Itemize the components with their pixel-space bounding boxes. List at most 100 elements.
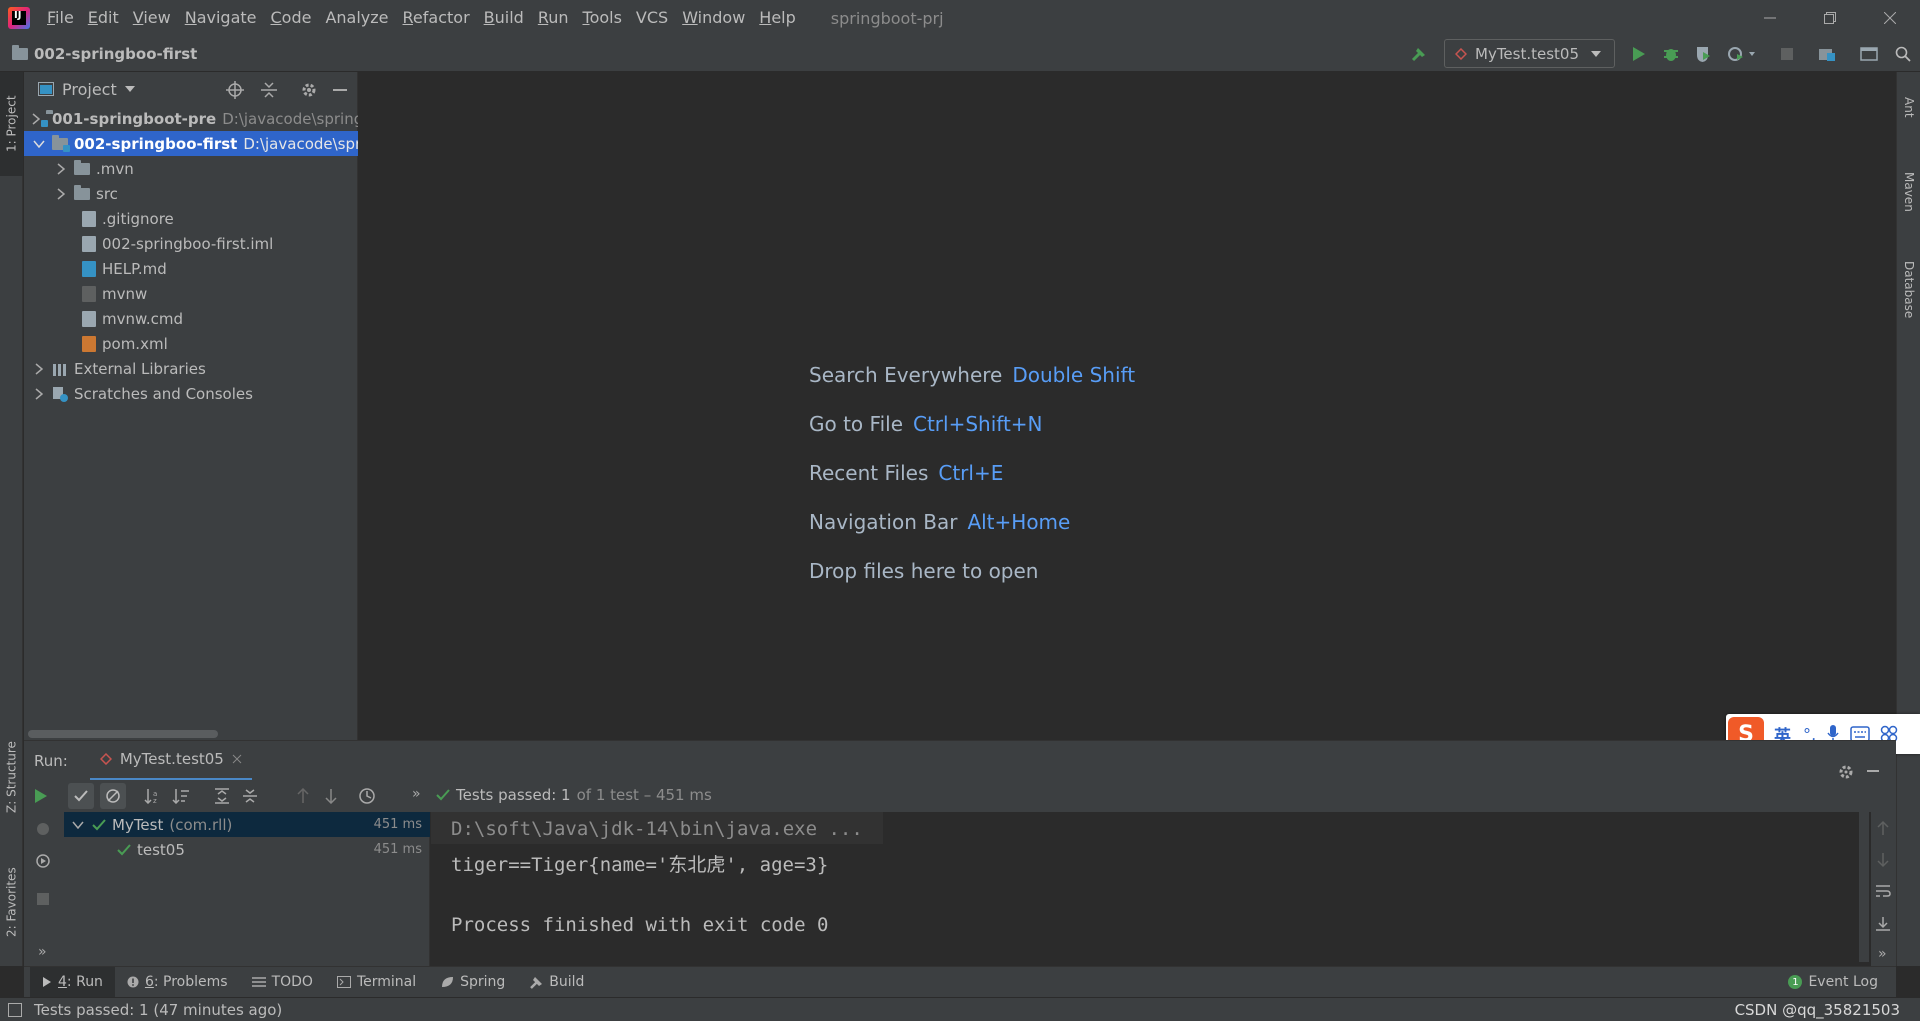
expand-all-icon[interactable] — [214, 788, 230, 804]
more-actions-icon[interactable]: » — [1878, 946, 1887, 962]
locate-icon[interactable] — [226, 81, 244, 99]
chevron-right-icon[interactable] — [54, 187, 68, 201]
project-view-title[interactable]: Project — [62, 80, 117, 99]
tool-tab-problems[interactable]: 6: Problems — [115, 967, 240, 998]
more-actions-icon[interactable]: » — [38, 944, 47, 960]
tool-tab-event-log[interactable]: 1 Event Log — [1776, 967, 1890, 998]
chevron-right-icon[interactable] — [54, 162, 68, 176]
project-tool-tab[interactable]: 1: Project — [0, 72, 23, 176]
tree-item-module-002[interactable]: 002-springboo-first D:\javacode\springbo… — [24, 131, 358, 156]
tool-tab-build[interactable]: Build — [517, 967, 596, 998]
menu-tools[interactable]: Tools — [576, 0, 629, 36]
scroll-to-end-icon[interactable] — [1875, 916, 1891, 932]
tool-tab-todo[interactable]: TODO — [240, 967, 325, 998]
build-hammer-icon[interactable] — [1404, 36, 1434, 72]
tree-item-iml[interactable]: 002-springboo-first.iml — [24, 231, 358, 256]
rerun-icon[interactable] — [34, 788, 48, 804]
next-failed-icon[interactable] — [324, 788, 338, 804]
console-output[interactable]: D:\soft\Java\jdk-14\bin\java.exe ... tig… — [431, 812, 1871, 966]
tree-item-help-md[interactable]: HELP.md — [24, 256, 358, 281]
close-tab-icon[interactable] — [232, 754, 242, 764]
restore-icon[interactable] — [1800, 0, 1860, 36]
menu-refactor[interactable]: Refactor — [396, 0, 477, 36]
menu-view[interactable]: View — [126, 0, 178, 36]
hide-panel-icon[interactable] — [1866, 764, 1880, 778]
menu-analyze[interactable]: Analyze — [318, 0, 395, 36]
console-scrollbar[interactable] — [1859, 812, 1869, 962]
profiler-icon[interactable] — [1722, 36, 1762, 72]
previous-failed-icon[interactable] — [296, 788, 310, 804]
presentation-icon[interactable] — [1854, 36, 1884, 72]
gear-icon[interactable] — [300, 81, 318, 99]
database-tool-tab[interactable]: Database — [1897, 240, 1920, 340]
tree-item-mvnw[interactable]: mvnw — [24, 281, 358, 306]
chevron-down-icon[interactable] — [124, 86, 135, 92]
close-icon[interactable] — [1860, 0, 1920, 36]
sort-by-duration-icon[interactable] — [172, 788, 190, 804]
stop-icon[interactable] — [1772, 36, 1802, 72]
debug-icon[interactable] — [1656, 36, 1686, 72]
search-icon[interactable] — [1888, 36, 1918, 72]
tree-item-pom-xml[interactable]: pom.xml — [24, 331, 358, 356]
collapse-all-icon[interactable] — [242, 788, 258, 804]
soft-wrap-icon[interactable] — [1875, 884, 1891, 898]
menu-vcs[interactable]: VCS — [629, 0, 675, 36]
test-suite-row[interactable]: MyTest (com.rll) 451 ms — [64, 812, 430, 837]
scroll-up-icon[interactable] — [1876, 820, 1890, 836]
run-config-label: MyTest.test05 — [1475, 44, 1580, 63]
hide-panel-icon[interactable] — [332, 81, 348, 99]
tool-tab-run[interactable]: 4: Run — [30, 966, 115, 998]
tree-item-external-libraries[interactable]: External Libraries — [24, 356, 358, 381]
breadcrumb[interactable]: 002-springboo-first — [12, 36, 197, 72]
test-history-icon[interactable] — [358, 787, 376, 805]
markdown-file-icon — [82, 260, 96, 277]
tree-item-gitignore[interactable]: .gitignore — [24, 206, 358, 231]
run-icon[interactable] — [1624, 36, 1654, 72]
menu-edit[interactable]: Edit — [81, 0, 126, 36]
run-configuration-select[interactable]: MyTest.test05 — [1444, 39, 1615, 68]
test-case-row[interactable]: test05 451 ms — [64, 837, 430, 862]
collapse-all-icon[interactable] — [260, 81, 278, 99]
stop-icon[interactable] — [36, 892, 50, 906]
minimize-icon[interactable] — [1740, 0, 1800, 36]
favorites-tool-tab[interactable]: 2: Favorites — [0, 852, 23, 952]
scroll-down-icon[interactable] — [1876, 852, 1890, 868]
ant-tool-tab[interactable]: Ant — [1897, 82, 1920, 132]
horizontal-scrollbar[interactable] — [28, 730, 218, 738]
structure-tool-tab[interactable]: Z: Structure — [0, 732, 23, 822]
watermark: CSDN @qq_35821503 — [1734, 1000, 1900, 1019]
tree-item-mvn[interactable]: .mvn — [24, 156, 358, 181]
chevron-down-icon[interactable] — [72, 821, 84, 829]
pin-icon[interactable] — [34, 820, 52, 838]
tree-item-src[interactable]: src — [24, 181, 358, 206]
run-tab-mytest[interactable]: MyTest.test05 — [89, 741, 252, 781]
menu-build[interactable]: Build — [477, 0, 531, 36]
chevron-right-icon[interactable] — [32, 362, 46, 376]
tree-item-scratches[interactable]: Scratches and Consoles — [24, 381, 358, 406]
show-ignored-toggle[interactable] — [100, 783, 126, 809]
chevron-right-icon[interactable] — [32, 387, 46, 401]
chevron-down-icon[interactable] — [32, 137, 46, 151]
coverage-icon[interactable] — [1688, 36, 1718, 72]
menu-run[interactable]: Run — [531, 0, 576, 36]
tree-item-module-001[interactable]: 001-springboot-pre D:\javacode\springboo… — [24, 106, 358, 131]
gear-icon[interactable] — [1838, 764, 1854, 780]
tool-tab-terminal[interactable]: Terminal — [325, 967, 428, 998]
sort-alphabetically-icon[interactable]: az — [144, 788, 162, 804]
menu-window[interactable]: Window — [675, 0, 752, 36]
menubar: IJ File Edit View Navigate Code Analyze Refact… — [0, 0, 1920, 36]
more-actions-icon[interactable]: » — [412, 786, 421, 802]
chevron-right-icon[interactable] — [32, 112, 40, 126]
project-structure-icon[interactable] — [1812, 36, 1842, 72]
maven-tool-tab[interactable]: Maven — [1897, 152, 1920, 232]
menu-file[interactable]: File — [40, 0, 81, 36]
menu-navigate[interactable]: Navigate — [178, 0, 264, 36]
console-command-line[interactable]: D:\soft\Java\jdk-14\bin\java.exe ... — [431, 812, 883, 844]
tree-item-mvnw-cmd[interactable]: mvnw.cmd — [24, 306, 358, 331]
toggle-auto-test-icon[interactable] — [34, 852, 52, 870]
menu-code[interactable]: Code — [264, 0, 319, 36]
toggle-tool-windows-icon[interactable] — [8, 1002, 22, 1017]
menu-help[interactable]: Help — [752, 0, 802, 36]
show-passed-toggle[interactable] — [68, 783, 94, 809]
tool-tab-spring[interactable]: Spring — [428, 967, 517, 998]
